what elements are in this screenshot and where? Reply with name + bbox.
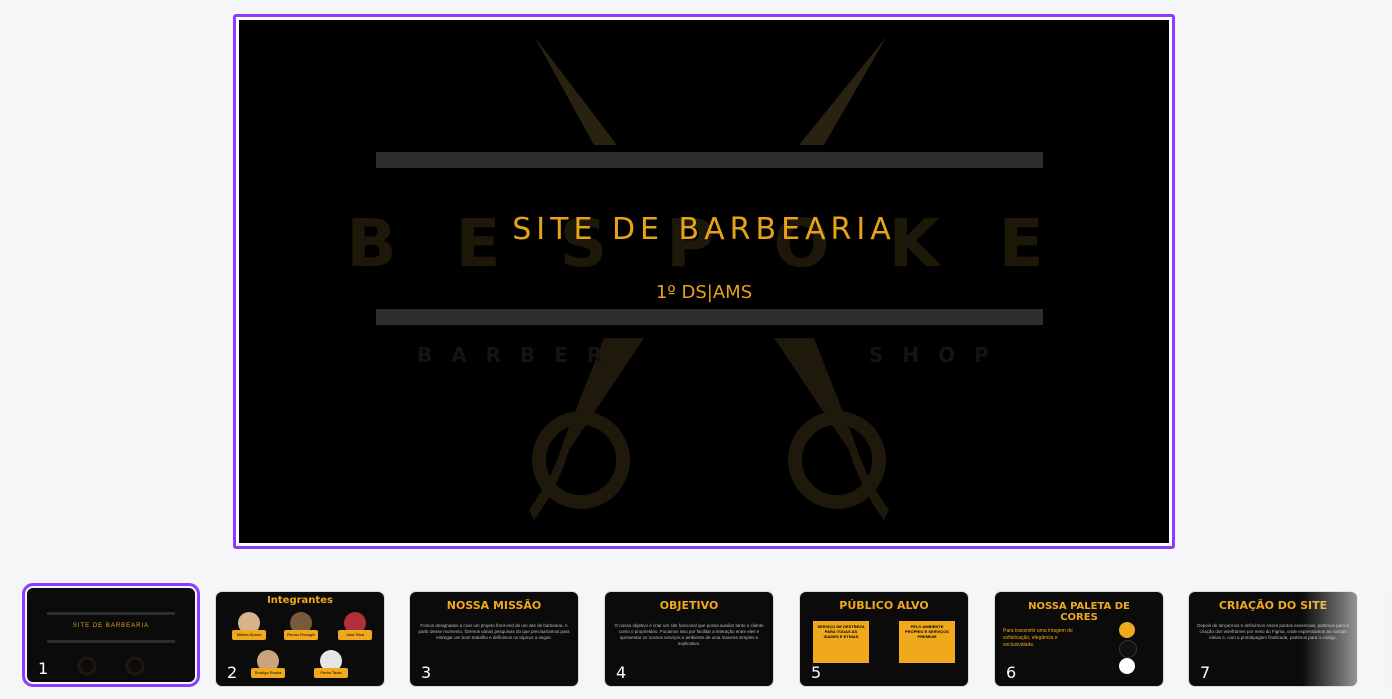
- slide-thumbnail-strip: SITE DE BARBEARIA 1 Integrantes Milena N…: [0, 583, 1392, 699]
- member-name: Julia Silva: [338, 630, 372, 640]
- current-slide-frame[interactable]: B E S P O K E B A R B E R S H O P SITE D…: [233, 14, 1175, 549]
- thumb-number: 5: [811, 663, 822, 682]
- member-card: Pedro Tavia: [314, 650, 348, 678]
- thumb-title: OBJETIVO: [659, 599, 719, 612]
- slide-canvas[interactable]: B E S P O K E B A R B E R S H O P SITE D…: [239, 20, 1169, 543]
- audience-box-1: SERVIÇO DE DESTREZA PARA TODAS AS IDADES…: [813, 621, 869, 663]
- audience-box-text: SERVIÇO DE DESTREZA PARA TODAS AS IDADES…: [817, 624, 865, 639]
- thumb-body: O nosso objetivo é criar um site funcion…: [614, 623, 764, 646]
- thumb-title: NOSSA PALETA DE CORES: [1028, 601, 1130, 623]
- slide-thumbnail-5[interactable]: PÚBLICO ALVO SERVIÇO DE DESTREZA PARA TO…: [800, 592, 968, 686]
- thumb-title: PÚBLICO ALVO: [839, 599, 929, 612]
- thumb-title: NOSSA MISSÃO: [446, 599, 542, 612]
- thumb-number: 7: [1200, 663, 1211, 682]
- audience-box-2: PELO AMBIENTE PRÓPRIO E SERVIÇOS PREMIUM: [899, 621, 955, 663]
- member-card: Milena Nunes: [232, 612, 266, 640]
- member-card: Julia Silva: [338, 612, 372, 640]
- slide-subtitle[interactable]: 1º DS|AMS: [239, 282, 1169, 303]
- slide-thumbnail-4[interactable]: OBJETIVO O nosso objetivo é criar um sit…: [605, 592, 773, 686]
- thumb-title: SITE DE BARBEARIA: [72, 623, 150, 629]
- member-name: Rodrigo Rocha: [251, 668, 285, 678]
- logo-barber: B A R B E R: [417, 343, 609, 367]
- member-name: Pedro Tavia: [314, 668, 348, 678]
- slide-thumbnail-3[interactable]: NOSSA MISSÃO Fomos designados a criar um…: [410, 592, 578, 686]
- thumb-body: Fomos designados a criar um projeto fron…: [418, 623, 570, 640]
- color-swatch-black: [1119, 640, 1137, 658]
- thumb-number: 4: [616, 663, 627, 682]
- thumb-number: 6: [1006, 663, 1017, 682]
- thumb-title: Integrantes: [267, 595, 333, 606]
- color-swatch-white: [1119, 658, 1135, 674]
- member-name: Renan Rocaghi: [284, 630, 318, 640]
- slide-title[interactable]: SITE DE BARBEARIA: [239, 212, 1169, 247]
- thumbnail-strip-fade: [1302, 586, 1392, 699]
- thumb-number: 2: [227, 663, 238, 682]
- thumb-number: 3: [421, 663, 432, 682]
- member-name: Milena Nunes: [232, 630, 266, 640]
- slide-thumbnail-6[interactable]: NOSSA PALETA DE CORES Para transmitir um…: [995, 592, 1163, 686]
- member-card: Rodrigo Rocha: [251, 650, 285, 678]
- member-card: Renan Rocaghi: [284, 612, 318, 640]
- logo-shop: S H O P: [869, 343, 995, 367]
- thumb-scissors-graphic: [47, 612, 175, 676]
- audience-box-text: PELO AMBIENTE PRÓPRIO E SERVIÇOS PREMIUM: [905, 624, 949, 639]
- thumb-number: 1: [38, 659, 49, 678]
- thumb-body: Para transmitir uma imagem de sofisticaç…: [1003, 628, 1073, 648]
- slide-thumbnail-2[interactable]: Integrantes Milena Nunes Renan Rocaghi J…: [216, 592, 384, 686]
- color-swatch-gold: [1119, 622, 1135, 638]
- slide-thumbnail-1[interactable]: SITE DE BARBEARIA 1: [22, 583, 200, 687]
